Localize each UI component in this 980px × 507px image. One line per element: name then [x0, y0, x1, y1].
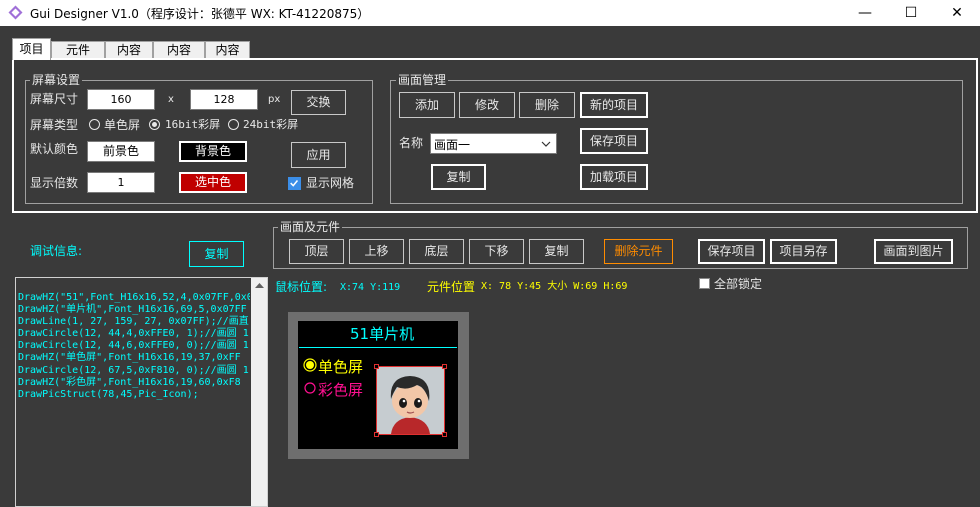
checkbox-check-icon [290, 180, 299, 187]
export-image-button[interactable]: 画面到图片 [874, 239, 953, 264]
element-position-label: 元件位置 [427, 280, 476, 294]
debug-code-line: DrawCircle(12, 44,4,0xFFE0, 1);//画圆 1 [18, 328, 249, 340]
mouse-position-label: 鼠标位置: [275, 280, 328, 294]
apply-button[interactable]: 应用 [291, 142, 346, 168]
scroll-up-icon[interactable] [255, 283, 264, 288]
radio-mono[interactable] [89, 119, 100, 130]
mouse-position-value: X:74 Y:119 [340, 282, 401, 293]
maximize-icon[interactable]: ☐ [888, 0, 934, 26]
screen-name-select[interactable]: 画面一 [430, 133, 557, 154]
new-project-button[interactable]: 新的项目 [580, 92, 648, 118]
width-input[interactable]: 160 [87, 89, 155, 110]
radio-16bit-label: 16bit彩屏 [165, 118, 221, 131]
debug-code-line: DrawHZ("彩色屏",Font_H16x16,19,60,0xF8 [18, 376, 241, 388]
lock-all-label: 全部锁定 [714, 277, 763, 291]
copy-screen-button[interactable]: 复制 [431, 164, 486, 190]
debug-code-box[interactable]: DrawHZ("51",Font_H16x16,52,4,0x07FF,0x0 D… [15, 277, 268, 507]
debug-code-line: DrawHZ("单片机",Font_H16x16,69,5,0x07FF [18, 304, 247, 316]
modify-screen-button[interactable]: 修改 [459, 92, 515, 118]
preview-divider [299, 347, 457, 348]
debug-label: 调试信息: [30, 244, 83, 258]
scale-label: 显示倍数 [30, 176, 79, 190]
load-project-button[interactable]: 加载项目 [580, 164, 648, 190]
lock-all-checkbox[interactable] [699, 278, 710, 289]
preview-radio-selected-icon [303, 358, 317, 372]
add-screen-button[interactable]: 添加 [399, 92, 455, 118]
screen-name-value: 画面一 [434, 138, 471, 152]
save-project-button-top[interactable]: 保存项目 [580, 128, 648, 154]
debug-code-text: DrawHZ("51",Font_H16x16,52,4,0x07FF,0x0 D… [18, 292, 250, 401]
title-bar: Gui Designer V1.0（程序设计：张德平 WX: KT-412208… [0, 0, 980, 26]
preview-screen[interactable]: 51单片机 单色屏 彩色屏 [298, 321, 458, 449]
debug-code-line: DrawPicStruct(78,45,Pic_Icon); [18, 388, 199, 400]
save-project-button-bottom[interactable]: 保存项目 [698, 239, 765, 264]
debug-code-line: DrawCircle(12, 44,6,0xFFE0, 0);//画圆 1 [18, 340, 249, 352]
resize-handle-tl[interactable] [374, 364, 379, 369]
swap-button[interactable]: 交换 [291, 90, 346, 115]
screen-settings-title: 屏幕设置 [30, 73, 83, 87]
foreground-color-button[interactable]: 前景色 [87, 141, 155, 162]
app-icon [8, 5, 23, 20]
show-grid-label: 显示网格 [306, 176, 355, 190]
resize-handle-bl[interactable] [374, 432, 379, 437]
debug-copy-button[interactable]: 复制 [189, 241, 244, 267]
save-project-as-button[interactable]: 项目另存 [770, 239, 837, 264]
resize-handle-br[interactable] [442, 432, 447, 437]
screen-type-label: 屏幕类型 [30, 118, 79, 132]
bottom-layer-button[interactable]: 底层 [409, 239, 464, 264]
avatar-icon [377, 367, 444, 434]
selected-color-button[interactable]: 选中色 [179, 172, 247, 193]
radio-16bit[interactable] [149, 119, 160, 130]
height-input[interactable]: 128 [190, 89, 258, 110]
screen-size-label: 屏幕尺寸 [30, 92, 79, 106]
preview-option-color: 彩色屏 [318, 381, 364, 399]
size-separator: x [168, 94, 174, 105]
debug-code-line: DrawLine(1, 27, 159, 27, 0x07FF);//画直 [18, 316, 249, 328]
minimize-icon[interactable]: — [842, 0, 888, 26]
default-color-label: 默认颜色 [30, 142, 79, 156]
resize-handle-tr[interactable] [442, 364, 447, 369]
delete-element-button[interactable]: 删除元件 [604, 239, 673, 264]
screen-management-title: 画面管理 [396, 73, 449, 87]
debug-code-line: DrawHZ("51",Font_H16x16,52,4,0x07FF,0x0 [18, 292, 250, 303]
delete-screen-button[interactable]: 删除 [519, 92, 575, 118]
background-color-button[interactable]: 背景色 [179, 141, 247, 162]
name-label: 名称 [399, 136, 424, 150]
move-up-button[interactable]: 上移 [349, 239, 404, 264]
element-position-value: X: 78 Y:45 大小 W:69 H:69 [481, 281, 628, 292]
top-layer-button[interactable]: 顶层 [289, 239, 344, 264]
unit-label: px [268, 94, 281, 105]
debug-scrollbar[interactable] [251, 278, 267, 506]
dropdown-chevron-icon [541, 141, 551, 147]
radio-24bit-label: 24bit彩屏 [243, 118, 299, 131]
radio-mono-label: 单色屏 [104, 118, 141, 132]
preview-option-mono: 单色屏 [318, 358, 364, 376]
move-down-button[interactable]: 下移 [469, 239, 524, 264]
canvas-elements-title: 画面及元件 [278, 220, 343, 234]
copy-element-button[interactable]: 复制 [529, 239, 584, 264]
preview-title: 51单片机 [350, 325, 415, 343]
preview-radio-empty-icon [304, 382, 316, 394]
preview-picture-element[interactable] [374, 364, 447, 437]
window-title: Gui Designer V1.0（程序设计：张德平 WX: KT-412208… [30, 7, 370, 21]
tab-project[interactable]: 项目 [12, 38, 51, 60]
radio-24bit[interactable] [228, 119, 239, 130]
close-icon[interactable]: ✕ [934, 0, 980, 26]
debug-code-line: DrawHZ("单色屏",Font_H16x16,19,37,0xFF [18, 352, 241, 364]
show-grid-checkbox[interactable] [288, 177, 301, 190]
debug-code-line: DrawCircle(12, 67,5,0xF810, 0);//画圆 1 [18, 364, 249, 376]
scale-input[interactable]: 1 [87, 172, 155, 193]
